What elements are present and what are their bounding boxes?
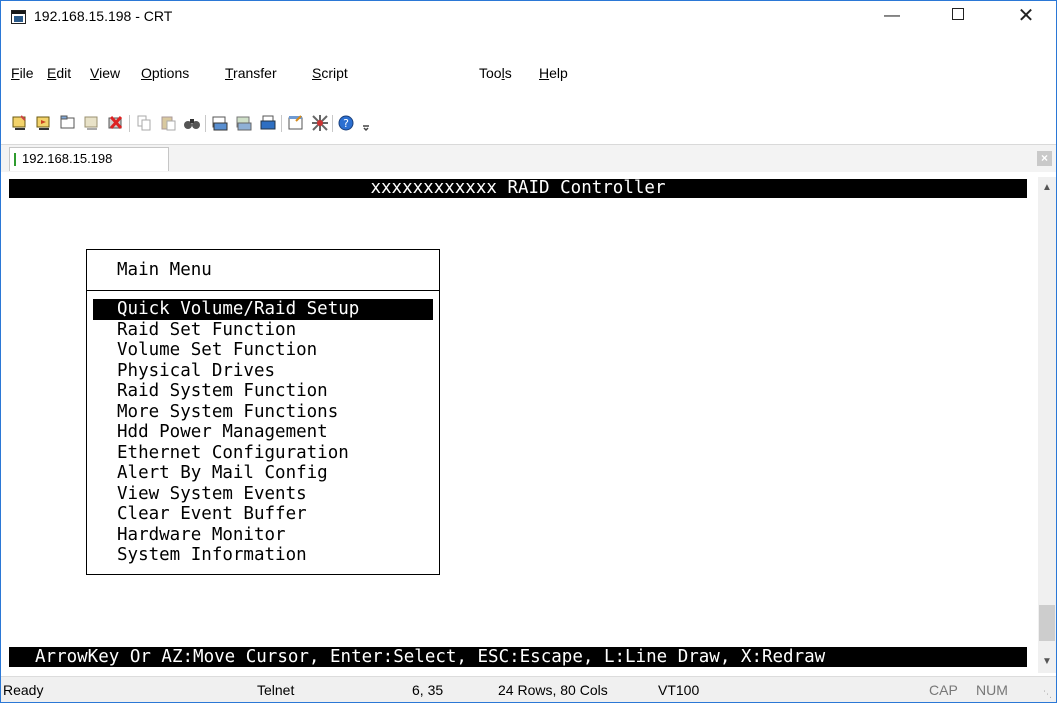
close-tab-button[interactable]: ×	[1037, 151, 1052, 166]
terminal-screen[interactable]: xxxxxxxxxxxx RAID Controller Main Menu Q…	[9, 177, 1036, 673]
menu-edit[interactable]: Edit	[47, 63, 71, 83]
toolbar-separator	[332, 115, 333, 132]
menu-divider	[87, 290, 439, 291]
main-menu-list: Quick Volume/Raid Setup Raid Set Functio…	[93, 299, 433, 566]
menu-item-physical-drives[interactable]: Physical Drives	[93, 361, 433, 382]
menu-tools[interactable]: Tools	[479, 63, 512, 83]
menu-item-hardware-monitor[interactable]: Hardware Monitor	[93, 525, 433, 546]
toolbar-overflow-icon[interactable]	[357, 114, 369, 132]
menu-item-volume-set-function[interactable]: Volume Set Function	[93, 340, 433, 361]
main-menu-title: Main Menu	[117, 260, 212, 280]
paste-icon[interactable]	[159, 114, 177, 132]
toolbar-separator	[129, 115, 130, 132]
help-icon[interactable]: ?	[337, 114, 355, 132]
menu-help[interactable]: Help	[539, 63, 568, 83]
scrollbar-thumb[interactable]	[1039, 605, 1055, 641]
status-num-lock: NUM	[976, 682, 1008, 698]
connect-icon[interactable]	[11, 114, 29, 132]
toolbar-separator	[281, 115, 282, 132]
session-tab-bar: 192.168.15.198 ×	[1, 144, 1056, 172]
menu-item-system-information[interactable]: System Information	[93, 545, 433, 566]
disconnect-icon[interactable]	[107, 114, 125, 132]
resize-grip-icon[interactable]: ⋱	[1043, 689, 1053, 699]
vertical-scrollbar[interactable]: ▲ ▼	[1038, 177, 1056, 673]
close-button[interactable]: ✕	[1003, 1, 1049, 31]
menu-item-clear-event-buffer[interactable]: Clear Event Buffer	[93, 504, 433, 525]
menu-transfer[interactable]: Transfer	[225, 63, 277, 83]
menu-item-more-system-functions[interactable]: More System Functions	[93, 402, 433, 423]
menu-item-hdd-power-management[interactable]: Hdd Power Management	[93, 422, 433, 443]
status-terminal-size: 24 Rows, 80 Cols	[498, 682, 608, 698]
copy-icon[interactable]	[135, 114, 153, 132]
menu-view[interactable]: View	[90, 63, 120, 83]
terminal-header: xxxxxxxxxxxx RAID Controller	[9, 179, 1027, 198]
global-options-icon[interactable]	[311, 114, 329, 132]
status-cursor-position: 6, 35	[412, 682, 444, 698]
menu-script[interactable]: Script	[312, 63, 348, 83]
menu-options[interactable]: Options	[141, 63, 189, 83]
print-selection-icon[interactable]	[235, 114, 253, 132]
menu-item-raid-system-function[interactable]: Raid System Function	[93, 381, 433, 402]
connect-tab-icon[interactable]	[59, 114, 77, 132]
maximize-button[interactable]	[935, 1, 981, 31]
maximize-icon	[952, 8, 964, 21]
toolbar-separator	[205, 115, 206, 132]
menu-file[interactable]: File	[11, 63, 34, 83]
status-protocol: Telnet	[257, 682, 295, 698]
window-title: 192.168.15.198 - CRT	[34, 8, 173, 24]
toolbar: ?	[1, 109, 1056, 137]
status-emulation: VT100	[658, 682, 700, 698]
connected-indicator	[14, 153, 16, 166]
app-icon[interactable]	[11, 10, 26, 24]
minimize-button[interactable]: —	[869, 1, 915, 31]
status-bar: Ready Telnet 6, 35 24 Rows, 80 Cols VT10…	[1, 676, 1056, 702]
crt-window: 192.168.15.198 - CRT — ✕ File Edit View …	[0, 0, 1057, 703]
menu-item-ethernet-configuration[interactable]: Ethernet Configuration	[93, 443, 433, 464]
menu-item-raid-set-function[interactable]: Raid Set Function	[93, 320, 433, 341]
menu-bar: File Edit View Options Transfer Script T…	[1, 63, 1056, 83]
menu-item-alert-by-mail-config[interactable]: Alert By Mail Config	[93, 463, 433, 484]
menu-item-view-system-events[interactable]: View System Events	[93, 484, 433, 505]
print-icon[interactable]	[211, 114, 229, 132]
find-icon[interactable]	[183, 114, 201, 132]
status-caps-lock: CAP	[929, 682, 958, 698]
status-ready: Ready	[3, 682, 44, 698]
svg-text:?: ?	[343, 117, 349, 130]
printer-icon[interactable]	[259, 114, 277, 132]
scroll-down-icon[interactable]: ▼	[1038, 653, 1056, 671]
reconnect-icon[interactable]	[83, 114, 101, 132]
title-bar[interactable]: 192.168.15.198 - CRT — ✕	[1, 1, 1056, 31]
session-tab[interactable]: 192.168.15.198	[9, 147, 169, 171]
menu-item-quick-volume-raid-setup[interactable]: Quick Volume/Raid Setup	[93, 299, 433, 320]
quick-connect-icon[interactable]	[35, 114, 53, 132]
scroll-up-icon[interactable]: ▲	[1038, 179, 1056, 197]
session-options-icon[interactable]	[287, 114, 305, 132]
key-hint-bar: ArrowKey Or AZ:Move Cursor, Enter:Select…	[9, 647, 1027, 667]
main-menu-box: Main Menu Quick Volume/Raid Setup Raid S…	[86, 249, 440, 575]
session-tab-label: 192.168.15.198	[22, 151, 113, 166]
